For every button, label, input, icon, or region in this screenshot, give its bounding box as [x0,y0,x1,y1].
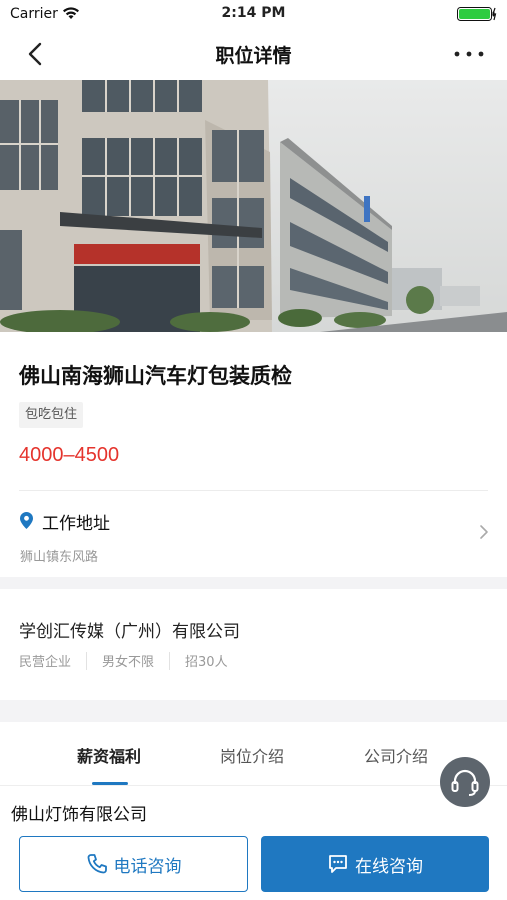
work-address-row[interactable]: 工作地址 狮山镇东风路 [0,491,507,577]
tab-job-description[interactable]: 岗位介绍 [220,743,284,767]
clock-time: 2:14 PM [221,5,286,21]
customer-service-button[interactable] [440,757,490,807]
job-title: 佛山南海狮山汽车灯包装质检 [19,364,292,388]
chat-icon [329,855,347,873]
page-title: 职位详情 [215,45,292,67]
tab-company-intro[interactable]: 公司介绍 [364,743,428,767]
bottom-action-bar: 电话咨询 在线咨询 [0,830,507,900]
phone-icon [87,854,107,874]
meta-separator [86,651,88,670]
gender-requirement: 男女不限 [102,655,155,670]
section-title: 佛山灯饰有限公司 [11,805,147,825]
salary-range: 4000–4500 [19,444,120,466]
navigation-bar: 职位详情 [0,28,507,80]
work-address-value: 狮山镇东风路 [20,550,99,565]
phone-consult-label: 电话咨询 [113,856,182,877]
battery-icon [457,7,497,21]
online-consult-label: 在线咨询 [355,856,423,877]
active-tab-indicator [92,782,128,785]
online-consult-button[interactable]: 在线咨询 [261,836,489,892]
company-name: 学创汇传媒（广州）有限公司 [19,622,240,642]
phone-consult-button[interactable]: 电话咨询 [19,836,248,892]
job-info-card: 佛山南海狮山汽车灯包装质检 包吃包住 4000–4500 工作地址 狮山镇东风路 [0,332,507,577]
benefit-tag: 包吃包住 [19,402,84,428]
location-pin-icon [20,512,33,529]
job-hero-image [0,80,507,332]
company-card[interactable]: 学创汇传媒（广州）有限公司 民营企业 男女不限 招30人 [0,589,507,700]
company-type: 民营企业 [19,655,72,670]
chevron-right-icon [480,525,488,539]
headset-icon [451,769,479,796]
detail-tabs: 薪资福利 岗位介绍 公司介绍 [0,722,507,786]
headcount: 招30人 [185,655,228,670]
status-bar: Carrier 2:14 PM [0,0,507,28]
tab-salary-benefits[interactable]: 薪资福利 [77,743,141,767]
company-meta: 民营企业 男女不限 招30人 [19,651,228,670]
work-address-label: 工作地址 [42,514,110,534]
meta-separator [169,651,171,670]
more-icon[interactable] [453,48,485,60]
